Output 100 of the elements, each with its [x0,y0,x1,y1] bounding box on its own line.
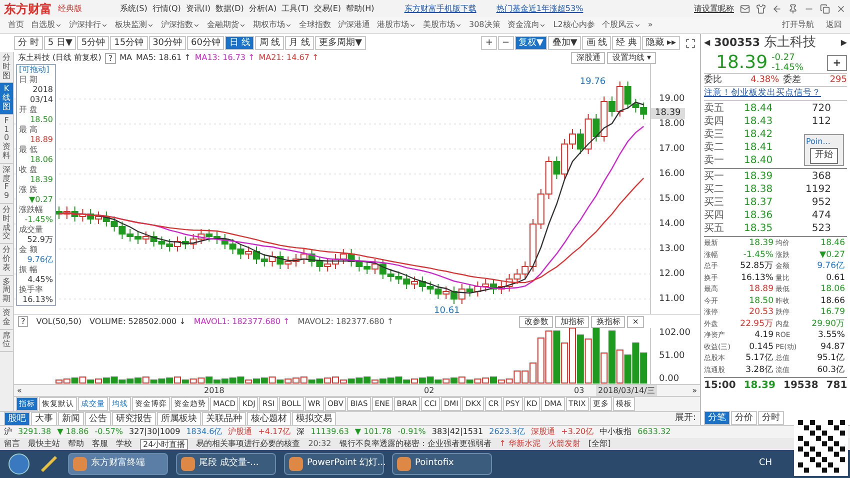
scroll-left-button[interactable]: « [17,385,22,396]
help-button[interactable]: ? [105,52,116,64]
nav-item[interactable]: 期权市场 [253,19,292,31]
fullscreen-icon[interactable] [685,38,696,48]
tab[interactable]: 分价 [731,411,757,425]
tab[interactable]: 周 线 [255,36,284,50]
chart-button[interactable]: 深股通 [571,52,606,64]
next-stock-button[interactable]: ▶ [840,37,847,49]
tab[interactable]: + [481,36,497,50]
side-tab[interactable]: 深度F9 [0,164,13,204]
nav-item[interactable]: 打开导航 [782,19,814,31]
side-tab[interactable]: K线图 [0,83,13,115]
side-tab[interactable]: 分价表 [0,244,13,276]
tab[interactable]: 新闻 [58,412,84,426]
side-tab[interactable]: F10资料 [0,114,13,164]
nav-item[interactable]: 美股市场 [423,19,462,31]
menu-item[interactable]: 数据(D) [215,2,244,14]
previous-stock-button[interactable]: ◀ [704,37,710,49]
tab[interactable]: 大事 [31,412,57,426]
tab[interactable]: 30分钟 [148,36,186,50]
indicator-button[interactable]: 改参数 [519,316,554,328]
nav-item[interactable]: 板块监测 [115,19,154,31]
add-button[interactable]: + [827,54,847,70]
signal-link[interactable]: 注意！创业板发出买点信号？ [704,86,847,101]
nickname-link[interactable]: 请设置昵称 [694,2,734,14]
info-box[interactable]: [可拖动] 日 期 2018 03/14 开 盘 18.50 最 高 18.89 最 低 18.06 收 盘 18.39 涨 跌 ▼0.27 涨跌幅 -1.45% 成交量 52.9万 金 额 9.76亿 振 幅 4.45% 换手率 16.13% [16,64,56,306]
nav-item[interactable]: 全球指数 [299,19,331,31]
close-button[interactable]: × [627,316,644,328]
tab[interactable]: 核心题材 [247,412,291,426]
close-icon[interactable] [836,4,846,14]
tab[interactable]: 分笔 [704,411,730,425]
back-icon[interactable] [772,4,782,14]
tab[interactable]: 60分钟 [187,36,224,50]
tab[interactable]: 研究报告 [112,412,156,426]
nav-item[interactable]: 港股市场 [377,19,416,31]
nav-item[interactable]: 资金流向 [507,19,546,31]
promo-link[interactable]: 热门基金近1年涨超53% [496,2,584,14]
tab[interactable]: 复权▼ [514,36,548,50]
indicator-button[interactable]: 加指标 [555,316,590,328]
tab[interactable]: 日 线 [225,36,254,50]
chart-button[interactable]: 设置均线 ▾ [607,52,656,64]
tab[interactable]: 叠加▼ [548,36,582,50]
menu-item[interactable]: 分析(A) [248,2,277,14]
side-tab[interactable]: 席位 [0,330,13,352]
shirt-icon[interactable] [756,4,766,14]
nav-item[interactable]: 个股风云 [602,19,641,31]
tab[interactable]: 经 典 [612,36,642,50]
indicator-button[interactable]: 换指标 [591,316,626,328]
all-link[interactable]: [全部] [588,438,611,450]
nav-item[interactable]: L2核心内参 [553,19,595,31]
status-link[interactable]: 留言 [4,438,20,450]
tab[interactable]: 公告 [85,412,111,426]
tab[interactable]: 分时 [758,411,784,425]
tab[interactable]: 股吧 [4,412,30,426]
start-button-icon[interactable] [8,453,30,475]
taskbar-item[interactable]: 东方财富终端 [68,453,168,475]
tab[interactable]: 隐藏 ▸▸ [642,36,680,50]
nav-item[interactable]: 沪深港通 [338,19,370,31]
nav-item[interactable]: 沪深排行 [69,19,108,31]
menu-item[interactable]: 行情(Q) [152,2,181,14]
help-button[interactable]: ? [18,316,28,327]
tab[interactable]: 画 线 [582,36,612,50]
tab[interactable]: 5 日▼ [44,36,76,50]
status-link[interactable]: 帮助 [68,438,84,450]
tab[interactable]: 月 线 [285,36,314,50]
tab[interactable]: − [498,36,514,50]
more-nav-button[interactable]: » [648,19,653,31]
promo-link[interactable]: 东方财富手机版下载 [404,2,476,14]
taskbar-item[interactable]: 尾段 成交量-... [176,453,276,475]
restore-icon[interactable] [820,4,830,14]
menu-item[interactable]: 工具(T) [282,2,309,14]
nav-item[interactable]: 首页 [8,19,24,31]
status-link[interactable]: 最快主站 [28,438,60,450]
start-button[interactable]: 开始 [810,148,838,164]
menu-item[interactable]: 资讯(I) [186,2,210,14]
nav-item[interactable]: 308决策 [469,19,500,31]
taskbar-item[interactable]: PowerPoint 幻灯... [284,453,384,475]
pin-icon[interactable] [788,4,798,14]
menu-item[interactable]: 系统(S) [120,2,148,14]
status-link[interactable]: 客服 [92,438,108,450]
taskbar-item[interactable]: Pointofix [392,453,492,475]
nav-item[interactable]: 金融期货 [207,19,246,31]
tab[interactable]: 15分钟 [110,36,148,50]
brush-icon[interactable] [38,453,60,475]
tab[interactable]: 模拟交易 [292,412,336,426]
tab[interactable]: 关联品种 [202,412,246,426]
nav-item[interactable]: 沪深指数 [161,19,200,31]
scroll-right-button[interactable]: » [692,385,697,396]
side-tab[interactable]: 资金 [0,306,13,330]
tab[interactable]: 所属板块 [157,412,201,426]
tab[interactable]: 5分钟 [77,36,110,50]
nav-item[interactable]: 自选股 [31,19,62,31]
nav-item[interactable]: 返回 [826,19,842,31]
expand-button[interactable]: 展开: [674,412,696,426]
menu-item[interactable]: 交易(E) [314,2,342,14]
side-tab[interactable]: 多周期 [0,276,13,307]
mail-icon[interactable] [740,4,750,14]
status-link[interactable]: 学校 [116,438,132,450]
menu-item[interactable]: 帮助(H) [346,2,374,14]
tab[interactable]: 更多周期▼ [315,36,366,50]
